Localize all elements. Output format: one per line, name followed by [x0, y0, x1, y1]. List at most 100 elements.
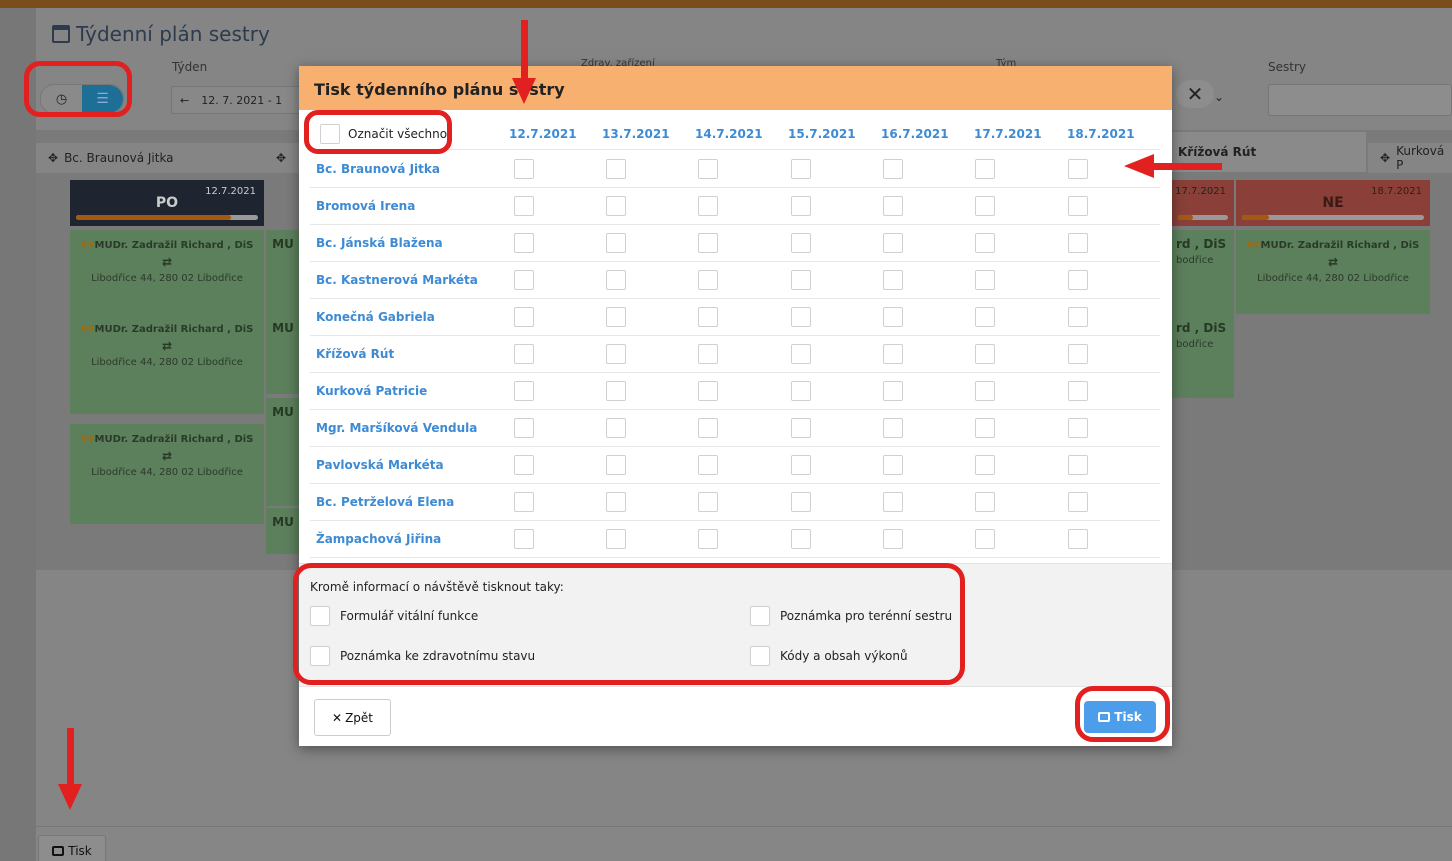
nurse-name[interactable]: Bromová Irena [310, 199, 514, 213]
day-checkbox[interactable] [605, 270, 626, 291]
date-header[interactable]: 12.7.2021 [509, 127, 602, 141]
day-checkbox[interactable] [882, 455, 903, 476]
day-checkbox[interactable] [605, 344, 626, 365]
day-checkbox[interactable] [698, 233, 719, 254]
day-checkbox[interactable] [882, 307, 903, 328]
day-checkbox[interactable] [975, 455, 996, 476]
nurse-name[interactable]: Křížová Rút [310, 347, 514, 361]
day-checkbox[interactable] [975, 492, 996, 513]
day-checkbox[interactable] [605, 307, 626, 328]
date-header[interactable]: 13.7.2021 [602, 127, 695, 141]
day-checkbox[interactable] [975, 381, 996, 402]
day-checkbox[interactable] [1067, 233, 1088, 254]
day-checkbox[interactable] [790, 196, 811, 217]
day-checkbox[interactable] [605, 196, 626, 217]
visit-card[interactable]: 92MUDr. Zadražil Richard , DiS ⇄ Libodři… [70, 314, 264, 414]
day-checkbox[interactable] [698, 344, 719, 365]
nurse-name[interactable]: Konečná Gabriela [310, 310, 514, 324]
day-checkbox[interactable] [605, 233, 626, 254]
visit-card-partial[interactable]: rd , DiS bodřice [1172, 230, 1234, 314]
date-header[interactable]: 14.7.2021 [695, 127, 788, 141]
day-checkbox[interactable] [790, 492, 811, 513]
day-checkbox[interactable] [790, 307, 811, 328]
day-checkbox[interactable] [513, 233, 534, 254]
back-button[interactable]: ✕ Zpět [314, 699, 391, 736]
day-checkbox[interactable] [698, 529, 719, 550]
day-checkbox[interactable] [513, 270, 534, 291]
day-checkbox[interactable] [882, 196, 903, 217]
day-checkbox[interactable] [698, 270, 719, 291]
date-header[interactable]: 16.7.2021 [881, 127, 974, 141]
day-checkbox[interactable] [605, 529, 626, 550]
visit-card[interactable]: 92MUDr. Zadražil Richard , DiS ⇄ Libodři… [1236, 230, 1430, 314]
day-checkbox[interactable] [790, 455, 811, 476]
visit-card[interactable]: 92MUDr. Zadražil Richard , DiS ⇄ Libodři… [70, 424, 264, 524]
day-checkbox[interactable] [513, 529, 534, 550]
day-checkbox[interactable] [1067, 270, 1088, 291]
chevron-down-icon[interactable]: ⌄ [1214, 90, 1224, 104]
day-checkbox[interactable] [1067, 455, 1088, 476]
column-tab-second[interactable]: ✥ [264, 143, 304, 173]
day-checkbox[interactable] [1067, 381, 1088, 402]
date-header[interactable]: 18.7.2021 [1067, 127, 1160, 141]
day-checkbox[interactable] [975, 307, 996, 328]
day-checkbox[interactable] [698, 418, 719, 439]
day-checkbox[interactable] [975, 196, 996, 217]
nurse-name[interactable]: Mgr. Maršíková Vendula [310, 421, 514, 435]
day-checkbox[interactable] [882, 381, 903, 402]
day-checkbox[interactable] [975, 270, 996, 291]
day-checkbox[interactable] [882, 159, 903, 180]
day-checkbox[interactable] [1067, 159, 1088, 180]
day-checkbox[interactable] [605, 492, 626, 513]
nurse-name[interactable]: Bc. Jánská Blažena [310, 236, 514, 250]
nurse-name[interactable]: Žampachová Jiřina [310, 532, 514, 546]
day-checkbox[interactable] [882, 492, 903, 513]
day-checkbox[interactable] [605, 455, 626, 476]
nurse-name[interactable]: Bc. Kastnerová Markéta [310, 273, 514, 287]
day-checkbox[interactable] [790, 344, 811, 365]
visit-card-partial[interactable]: MU [266, 398, 300, 506]
day-checkbox[interactable] [698, 159, 719, 180]
print-button-page[interactable]: Tisk [38, 835, 106, 861]
day-checkbox[interactable] [1067, 492, 1088, 513]
day-checkbox[interactable] [698, 307, 719, 328]
visit-card-partial[interactable]: MU [266, 314, 300, 394]
nurse-name[interactable]: Bc. Braunová Jitka [310, 162, 514, 176]
day-checkbox[interactable] [1067, 307, 1088, 328]
day-checkbox[interactable] [513, 159, 534, 180]
day-checkbox[interactable] [1067, 344, 1088, 365]
day-checkbox[interactable] [1067, 529, 1088, 550]
column-tab-braunova[interactable]: ✥ Bc. Braunová Jitka [36, 143, 264, 173]
visit-card-partial[interactable]: MU [266, 508, 300, 554]
day-checkbox[interactable] [975, 418, 996, 439]
visit-card-partial[interactable]: rd , DiS bodřice [1172, 314, 1234, 398]
column-tab-kurkova[interactable]: ✥ Kurková P [1368, 143, 1452, 173]
day-checkbox[interactable] [882, 270, 903, 291]
date-header[interactable]: 17.7.2021 [974, 127, 1067, 141]
day-checkbox[interactable] [882, 418, 903, 439]
day-checkbox[interactable] [975, 159, 996, 180]
day-checkbox[interactable] [513, 455, 534, 476]
day-checkbox[interactable] [790, 418, 811, 439]
day-checkbox[interactable] [698, 381, 719, 402]
day-checkbox[interactable] [790, 381, 811, 402]
day-checkbox[interactable] [698, 492, 719, 513]
day-checkbox[interactable] [605, 159, 626, 180]
day-checkbox[interactable] [513, 344, 534, 365]
clear-filter-button[interactable]: ✕ [1176, 80, 1214, 108]
day-checkbox[interactable] [790, 529, 811, 550]
day-checkbox[interactable] [790, 270, 811, 291]
day-checkbox[interactable] [698, 196, 719, 217]
nurses-select[interactable] [1268, 84, 1452, 116]
day-checkbox[interactable] [513, 196, 534, 217]
day-checkbox[interactable] [975, 344, 996, 365]
day-checkbox[interactable] [882, 529, 903, 550]
nurse-name[interactable]: Kurková Patricie [310, 384, 514, 398]
day-checkbox[interactable] [975, 233, 996, 254]
day-checkbox[interactable] [882, 344, 903, 365]
visit-card-partial[interactable]: MU [266, 230, 300, 314]
visit-card[interactable]: 92MUDr. Zadražil Richard , DiS ⇄ Libodři… [70, 230, 264, 314]
date-header[interactable]: 15.7.2021 [788, 127, 881, 141]
day-checkbox[interactable] [975, 529, 996, 550]
day-checkbox[interactable] [605, 381, 626, 402]
